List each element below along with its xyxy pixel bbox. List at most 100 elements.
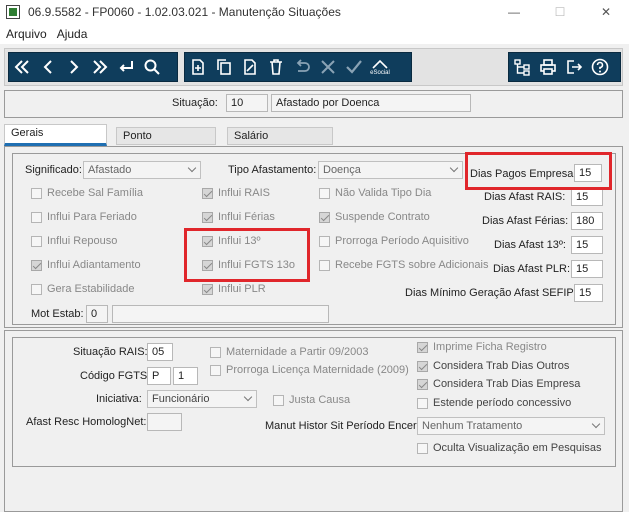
dias-afast-ferias-field[interactable]: 180 [571, 212, 603, 230]
app-icon [6, 5, 20, 19]
dias-afast-13-label: Dias Afast 13º: [494, 239, 566, 251]
search-icon[interactable] [139, 53, 165, 81]
checkbox-suspende-contrato[interactable]: Suspende Contrato [319, 211, 430, 223]
iniciativa-label: Iniciativa: [96, 393, 142, 405]
checkbox-label: Maternidade a Partir 09/2003 [226, 346, 369, 358]
afast-resc-field[interactable] [147, 413, 182, 431]
window-title: 06.9.5582 - FP0060 - 1.02.03.021 - Manut… [28, 5, 341, 19]
tab-gerais[interactable]: Gerais [4, 124, 107, 146]
next-icon[interactable] [61, 53, 87, 81]
esocial-icon[interactable]: eSocial [367, 53, 393, 81]
dias-afast-ferias-label: Dias Afast Férias: [482, 215, 569, 227]
checkbox-oculta-visualizacao[interactable]: Oculta Visualização em Pesquisas [417, 442, 602, 454]
exit-icon[interactable] [561, 53, 587, 81]
close-icon[interactable]: ✕ [583, 0, 629, 24]
copy-icon[interactable] [211, 53, 237, 81]
dias-afast-plr-field[interactable]: 15 [571, 260, 603, 278]
checkbox-label: Suspende Contrato [335, 211, 430, 223]
chevron-down-icon [449, 163, 459, 173]
chevron-down-icon [243, 392, 253, 402]
checkbox-nao-valida-tipo-dia[interactable]: Não Valida Tipo Dia [319, 187, 431, 199]
checkbox-box [202, 283, 213, 295]
nav-toolbar-group [8, 52, 178, 82]
checkbox-prorroga-licenca[interactable]: Prorroga Licença Maternidade (2009) [210, 364, 409, 376]
checkbox-box [417, 397, 428, 409]
iniciativa-select[interactable]: Funcionário [147, 390, 257, 408]
first-icon[interactable] [9, 53, 35, 81]
dias-afast-rais-field[interactable]: 15 [571, 188, 603, 206]
tab-ponto[interactable]: Ponto [116, 127, 216, 145]
checkbox-box [417, 442, 428, 454]
print-icon[interactable] [535, 53, 561, 81]
significado-select[interactable]: Afastado [83, 161, 201, 179]
tree-icon[interactable] [509, 53, 535, 81]
checkbox-imprime-ficha[interactable]: Imprime Ficha Registro [417, 341, 547, 353]
checkbox-prorroga-periodo-aquisitivo[interactable]: Prorroga Período Aquisitivo [319, 235, 469, 247]
esocial-label: eSocial [370, 70, 390, 76]
checkbox-box [319, 187, 330, 199]
tab-salario[interactable]: Salário [227, 127, 333, 145]
checkbox-box [210, 364, 221, 376]
cancel-icon[interactable] [315, 53, 341, 81]
new-icon[interactable] [185, 53, 211, 81]
enter-icon[interactable] [113, 53, 139, 81]
checkbox-box [319, 259, 330, 271]
last-icon[interactable] [87, 53, 113, 81]
checkbox-box [417, 378, 428, 390]
situacao-code-field[interactable]: 10 [226, 94, 268, 112]
checkbox-box [31, 187, 42, 199]
menu-ajuda[interactable]: Ajuda [57, 27, 88, 41]
checkbox-label: Prorroga Período Aquisitivo [335, 235, 469, 247]
highlight-influi-13-fgts [184, 228, 310, 282]
checkbox-label: Recebe FGTS sobre Adicionais [335, 259, 489, 271]
dias-minimo-sefip-field[interactable]: 15 [574, 284, 603, 302]
menu-bar: Arquivo Ajuda [0, 24, 629, 44]
checkbox-box [31, 283, 42, 295]
edit-icon[interactable] [237, 53, 263, 81]
checkbox-recebe-sal-familia[interactable]: Recebe Sal Família [31, 187, 143, 199]
prev-icon[interactable] [35, 53, 61, 81]
window-controls: — ☐ ✕ [491, 0, 629, 24]
menu-arquivo[interactable]: Arquivo [6, 27, 47, 41]
title-bar: 06.9.5582 - FP0060 - 1.02.03.021 - Manut… [0, 0, 629, 24]
checkbox-considera-dias-outros[interactable]: Considera Trab Dias Outros [417, 360, 569, 372]
checkbox-label: Considera Trab Dias Outros [433, 360, 570, 372]
situacao-description-field[interactable]: Afastado por Doenca [271, 94, 471, 112]
help-icon[interactable] [587, 53, 613, 81]
checkbox-box [31, 259, 42, 271]
checkbox-influi-plr[interactable]: Influi PLR [202, 283, 266, 295]
situacao-rais-field[interactable]: 05 [147, 343, 173, 361]
mot-estab-code-field[interactable]: 0 [86, 305, 108, 323]
undo-icon[interactable] [289, 53, 315, 81]
mot-estab-desc-field[interactable] [112, 305, 329, 323]
checkbox-label: Considera Trab Dias Empresa [433, 378, 581, 390]
codigo-fgts-field-1[interactable]: P [147, 367, 171, 385]
checkbox-considera-dias-empresa[interactable]: Considera Trab Dias Empresa [417, 378, 580, 390]
manut-histor-select[interactable]: Nenhum Tratamento [417, 417, 605, 435]
checkbox-label: Influi RAIS [218, 187, 270, 199]
minimize-icon[interactable]: — [491, 0, 537, 24]
dias-afast-13-field[interactable]: 15 [571, 236, 603, 254]
checkbox-justa-causa[interactable]: Justa Causa [273, 394, 350, 406]
confirm-icon[interactable] [341, 53, 367, 81]
checkbox-gera-estabilidade[interactable]: Gera Estabilidade [31, 283, 134, 295]
checkbox-influi-repouso[interactable]: Influi Repouso [31, 235, 117, 247]
checkbox-label: Recebe Sal Família [47, 187, 143, 199]
delete-icon[interactable] [263, 53, 289, 81]
edit-toolbar-group: eSocial [184, 52, 412, 82]
checkbox-influi-adiantamento[interactable]: Influi Adiantamento [31, 259, 141, 271]
checkbox-recebe-fgts-adicionais[interactable]: Recebe FGTS sobre Adicionais [319, 259, 488, 271]
checkbox-influi-ferias[interactable]: Influi Férias [202, 211, 275, 223]
tipo-afastamento-select[interactable]: Doença [318, 161, 463, 179]
checkbox-box [273, 394, 284, 406]
checkbox-influi-feriado[interactable]: Influi Para Feriado [31, 211, 137, 223]
checkbox-estende-periodo[interactable]: Estende período concessivo [417, 397, 571, 409]
checkbox-label: Influi Férias [218, 211, 275, 223]
checkbox-influi-rais[interactable]: Influi RAIS [202, 187, 270, 199]
checkbox-label: Influi Adiantamento [47, 259, 141, 271]
checkbox-maternidade-2003[interactable]: Maternidade a Partir 09/2003 [210, 346, 368, 358]
tipo-afastamento-value: Doença [323, 164, 361, 176]
checkbox-box [202, 211, 213, 223]
maximize-icon[interactable]: ☐ [537, 0, 583, 24]
codigo-fgts-field-2[interactable]: 1 [173, 367, 198, 385]
